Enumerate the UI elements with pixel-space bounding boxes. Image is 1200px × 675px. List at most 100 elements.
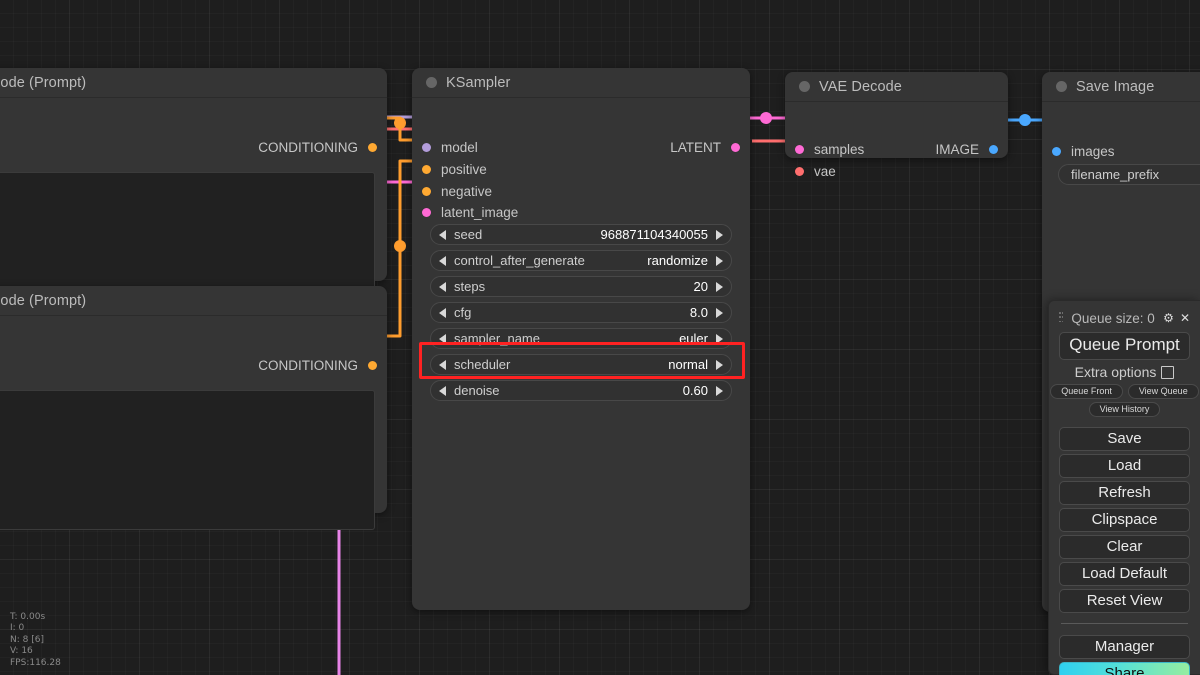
collapse-dot-icon[interactable] (799, 81, 810, 92)
widget-sampler-name[interactable]: sampler_name euler (430, 328, 732, 349)
node-title-bar[interactable]: Text Encode (Prompt) (0, 68, 387, 98)
input-slot-positive[interactable]: positive (422, 160, 487, 178)
node-title-text: Text Encode (Prompt) (0, 292, 87, 309)
gear-icon[interactable]: ⚙ (1163, 312, 1174, 324)
text-prompt-textarea[interactable] (0, 172, 375, 302)
widget-label: denoise (454, 383, 500, 398)
decrement-arrow-icon[interactable] (439, 281, 446, 292)
increment-arrow-icon[interactable] (716, 333, 723, 344)
widget-value[interactable]: 20 (694, 279, 708, 294)
extra-options-label: Extra options (1074, 364, 1157, 380)
output-slot-latent[interactable]: LATENT (670, 138, 740, 156)
widget-value[interactable]: normal (668, 357, 708, 372)
clipspace-button[interactable]: Clipspace (1059, 508, 1190, 532)
menu-divider (1061, 623, 1188, 624)
queue-size-label: Queue size: 0 (1071, 310, 1155, 326)
slot-dot-icon[interactable] (422, 142, 431, 152)
share-button[interactable]: Share (1059, 662, 1190, 675)
node-title-bar[interactable]: KSampler (412, 68, 750, 98)
decrement-arrow-icon[interactable] (439, 255, 446, 266)
node-clip-text-encode-positive[interactable]: Text Encode (Prompt) CONDITIONING (0, 68, 387, 302)
extra-options-checkbox[interactable] (1161, 365, 1175, 379)
decrement-arrow-icon[interactable] (439, 359, 446, 370)
output-slot-conditioning[interactable]: CONDITIONING (258, 138, 377, 156)
queue-front-button[interactable]: Queue Front (1050, 384, 1123, 399)
output-slot-label: CONDITIONING (258, 357, 358, 373)
collapse-dot-icon[interactable] (426, 77, 437, 88)
increment-arrow-icon[interactable] (716, 307, 723, 318)
node-ksampler[interactable]: KSampler model positive negative latent_… (412, 68, 750, 610)
input-slot-samples[interactable]: samples (795, 140, 864, 158)
widget-label: steps (454, 279, 486, 294)
increment-arrow-icon[interactable] (716, 229, 723, 240)
comfyui-canvas[interactable]: Text Encode (Prompt) CONDITIONING Text E… (0, 0, 1200, 675)
slot-dot-icon[interactable] (795, 166, 804, 176)
slot-dot-icon[interactable] (422, 186, 431, 196)
decrement-arrow-icon[interactable] (439, 229, 446, 240)
load-default-button[interactable]: Load Default (1059, 562, 1190, 586)
node-title-bar[interactable]: Text Encode (Prompt) (0, 286, 387, 316)
widget-control-after-generate[interactable]: control_after_generate randomize (430, 250, 732, 271)
decrement-arrow-icon[interactable] (439, 333, 446, 344)
widget-value[interactable]: 968871104340055 (601, 227, 709, 242)
slot-dot-icon[interactable] (368, 360, 377, 370)
view-queue-button[interactable]: View Queue (1127, 384, 1199, 399)
widget-value[interactable]: euler (679, 331, 708, 346)
reset-view-button[interactable]: Reset View (1059, 589, 1190, 613)
slot-dot-icon[interactable] (422, 207, 431, 217)
slot-dot-icon[interactable] (422, 164, 431, 174)
slot-dot-icon[interactable] (368, 142, 377, 152)
widget-seed[interactable]: seed 968871104340055 (430, 224, 732, 245)
stat-iterations: I: 0 (10, 623, 25, 633)
view-history-button[interactable]: View History (1088, 402, 1161, 417)
refresh-button[interactable]: Refresh (1059, 481, 1190, 505)
slot-dot-icon[interactable] (795, 144, 804, 154)
increment-arrow-icon[interactable] (716, 281, 723, 292)
save-button[interactable]: Save (1059, 427, 1190, 451)
node-title-bar[interactable]: VAE Decode (785, 72, 1008, 102)
widget-denoise[interactable]: denoise 0.60 (430, 380, 732, 401)
output-slot-image[interactable]: IMAGE (935, 140, 998, 158)
output-slot-label: CONDITIONING (258, 139, 358, 155)
comfy-menu-panel[interactable]: Queue size: 0 ⚙ ✕ Queue Prompt Extra opt… (1048, 300, 1200, 675)
node-clip-text-encode-negative[interactable]: Text Encode (Prompt) CONDITIONING rmark (0, 286, 387, 530)
input-slot-negative[interactable]: negative (422, 182, 492, 200)
decrement-arrow-icon[interactable] (439, 307, 446, 318)
input-slot-vae[interactable]: vae (795, 162, 836, 180)
widget-value[interactable]: 0.60 (683, 383, 708, 398)
increment-arrow-icon[interactable] (716, 385, 723, 396)
manager-button[interactable]: Manager (1059, 635, 1190, 659)
slot-dot-icon[interactable] (1052, 146, 1061, 156)
drag-handle-icon[interactable] (1059, 312, 1063, 324)
widget-scheduler[interactable]: scheduler normal (430, 354, 732, 375)
input-slot-model[interactable]: model (422, 138, 478, 156)
widget-steps[interactable]: steps 20 (430, 276, 732, 297)
text-prompt-textarea[interactable]: rmark (0, 390, 375, 530)
extra-options-row[interactable]: Extra options (1059, 364, 1190, 380)
node-title-text: KSampler (446, 74, 511, 91)
widget-value[interactable]: 8.0 (690, 305, 708, 320)
widget-label: seed (454, 227, 483, 242)
widget-value[interactable]: randomize (647, 253, 708, 268)
history-row: View History (1059, 402, 1190, 417)
slot-dot-icon[interactable] (731, 142, 740, 152)
slot-dot-icon[interactable] (989, 144, 998, 154)
widget-cfg[interactable]: cfg 8.0 (430, 302, 732, 323)
widget-filename-prefix[interactable]: filename_prefix (1058, 164, 1200, 185)
node-vae-decode[interactable]: VAE Decode samples vae IMAGE (785, 72, 1008, 179)
increment-arrow-icon[interactable] (716, 255, 723, 266)
widget-label: cfg (454, 305, 472, 320)
widget-label: control_after_generate (454, 253, 585, 268)
input-slot-latent-image[interactable]: latent_image (422, 203, 518, 221)
close-icon[interactable]: ✕ (1180, 312, 1190, 324)
node-title-bar[interactable]: Save Image (1042, 72, 1200, 102)
collapse-dot-icon[interactable] (1056, 81, 1067, 92)
load-button[interactable]: Load (1059, 454, 1190, 478)
clear-button[interactable]: Clear (1059, 535, 1190, 559)
decrement-arrow-icon[interactable] (439, 385, 446, 396)
increment-arrow-icon[interactable] (716, 359, 723, 370)
queue-prompt-button[interactable]: Queue Prompt (1059, 332, 1190, 360)
output-slot-label: LATENT (670, 139, 721, 155)
input-slot-images[interactable]: images (1052, 142, 1115, 160)
output-slot-conditioning[interactable]: CONDITIONING (258, 356, 377, 374)
